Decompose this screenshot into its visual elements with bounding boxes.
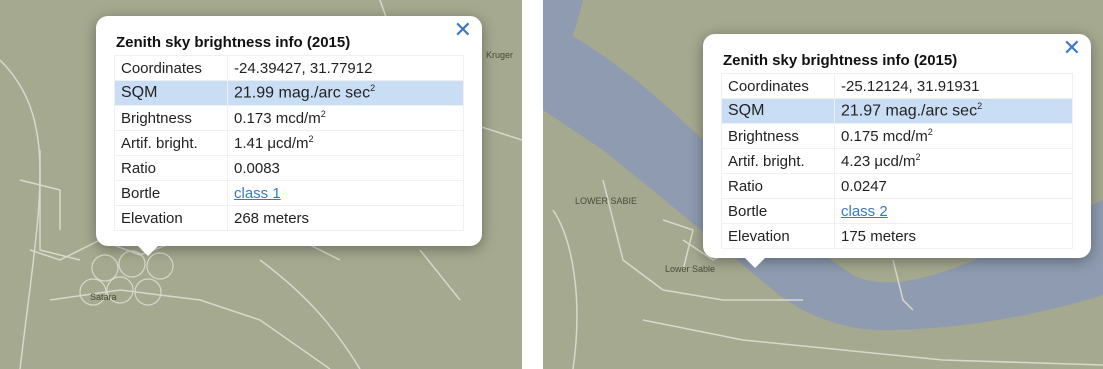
- map-place-label: Kruger: [486, 50, 514, 60]
- map-panel-lower-sabie[interactable]: LOWER SABIE Lower Sable ✕ Zenith sky bri…: [543, 0, 1103, 369]
- bortle-value-cell: class 1: [227, 180, 464, 206]
- row-label: Brightness: [114, 105, 228, 131]
- brightness-value-cell: 0.173 mcd/m2: [227, 105, 464, 131]
- brightness-value: 0.175 mcd/m: [841, 128, 928, 145]
- superscript: 2: [927, 127, 933, 137]
- popup-pointer: [138, 246, 158, 256]
- brightness-value-cell: 0.175 mcd/m2: [834, 123, 1073, 149]
- artif-value-cell: 4.23 μcd/m2: [834, 148, 1073, 174]
- table-row: SQM 21.99 mag./arc sec2: [114, 80, 464, 106]
- coordinates-value: -25.12124, 31.91931: [834, 73, 1073, 99]
- row-label: Bortle: [114, 180, 228, 206]
- superscript: 2: [977, 101, 983, 112]
- row-label: Artif. bright.: [721, 148, 835, 174]
- bortle-class-link[interactable]: class 2: [841, 203, 888, 220]
- table-row: Brightness 0.175 mcd/m2: [721, 123, 1073, 149]
- superscript: 2: [320, 109, 326, 119]
- ratio-value: 0.0083: [227, 155, 464, 181]
- table-row: Elevation 268 meters: [114, 205, 464, 231]
- table-row: Artif. bright. 1.41 μcd/m2: [114, 130, 464, 156]
- table-row: Coordinates -24.39427, 31.77912: [114, 55, 464, 81]
- table-row: Coordinates -25.12124, 31.91931: [721, 73, 1073, 99]
- elevation-value: 175 meters: [834, 223, 1073, 249]
- close-icon[interactable]: ✕: [454, 20, 472, 42]
- table-row: Elevation 175 meters: [721, 223, 1073, 249]
- brightness-value: 0.173 mcd/m: [234, 110, 321, 127]
- row-label: Ratio: [114, 155, 228, 181]
- table-row: Artif. bright. 4.23 μcd/m2: [721, 148, 1073, 174]
- superscript: 2: [915, 152, 921, 162]
- sqm-value-cell: 21.99 mag./arc sec2: [227, 80, 464, 106]
- table-row: Bortle class 2: [721, 198, 1073, 224]
- row-label: Ratio: [721, 173, 835, 199]
- map-place-label: Lower Sable: [665, 264, 716, 274]
- row-label: Elevation: [721, 223, 835, 249]
- row-label: Brightness: [721, 123, 835, 149]
- table-row: Bortle class 1: [114, 180, 464, 206]
- table-row: Brightness 0.173 mcd/m2: [114, 105, 464, 131]
- sqm-value: 21.97 mag./arc sec: [841, 102, 978, 120]
- sqm-value: 21.99 mag./arc sec: [234, 84, 371, 102]
- artif-value: 4.23 μcd/m: [841, 153, 916, 170]
- ratio-value: 0.0247: [834, 173, 1073, 199]
- superscript: 2: [308, 134, 314, 144]
- popup-title: Zenith sky brightness info (2015): [116, 34, 351, 51]
- elevation-value: 268 meters: [227, 205, 464, 231]
- sky-brightness-popup: ✕ Zenith sky brightness info (2015) Coor…: [703, 34, 1091, 268]
- row-label: Coordinates: [721, 73, 835, 99]
- bortle-value-cell: class 2: [834, 198, 1073, 224]
- info-table: Coordinates -24.39427, 31.77912 SQM 21.9…: [114, 55, 464, 231]
- table-row: Ratio 0.0247: [721, 173, 1073, 199]
- table-row: SQM 21.97 mag./arc sec2: [721, 98, 1073, 124]
- row-label: Artif. bright.: [114, 130, 228, 156]
- artif-value-cell: 1.41 μcd/m2: [227, 130, 464, 156]
- info-table: Coordinates -25.12124, 31.91931 SQM 21.9…: [721, 73, 1073, 249]
- row-label: SQM: [114, 80, 228, 106]
- map-place-label: LOWER SABIE: [575, 196, 638, 206]
- popup-pointer: [745, 258, 765, 268]
- map-place-label: Satara: [90, 292, 117, 302]
- artif-value: 1.41 μcd/m: [234, 135, 309, 152]
- superscript: 2: [370, 83, 376, 94]
- table-row: Ratio 0.0083: [114, 155, 464, 181]
- sqm-value-cell: 21.97 mag./arc sec2: [834, 98, 1073, 124]
- close-icon[interactable]: ✕: [1063, 38, 1081, 60]
- sky-brightness-popup: ✕ Zenith sky brightness info (2015) Coor…: [96, 16, 482, 256]
- row-label: Coordinates: [114, 55, 228, 81]
- map-panel-satara[interactable]: Satara Kruger ✕ Zenith sky brightness in…: [0, 0, 522, 369]
- row-label: SQM: [721, 98, 835, 124]
- row-label: Bortle: [721, 198, 835, 224]
- bortle-class-link[interactable]: class 1: [234, 185, 281, 202]
- row-label: Elevation: [114, 205, 228, 231]
- coordinates-value: -24.39427, 31.77912: [227, 55, 464, 81]
- popup-title: Zenith sky brightness info (2015): [723, 52, 958, 69]
